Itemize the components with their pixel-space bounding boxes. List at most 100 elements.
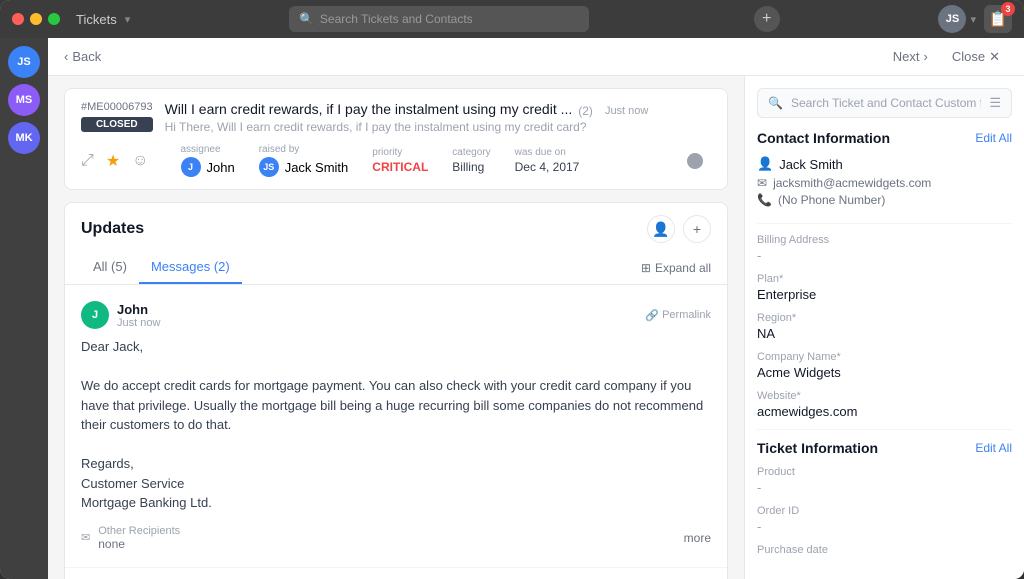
contact-email-value: jacksmith@acmewidgets.com <box>773 176 931 190</box>
divider <box>757 223 1012 224</box>
ticket-time: Just now <box>605 105 648 117</box>
app-window: Tickets ▾ 🔍 + JS ▾ 📋 3 JS MS MK <box>0 0 1024 579</box>
chevron-right-icon: › <box>924 49 928 64</box>
share-icon[interactable]: ⤢ <box>81 152 94 170</box>
back-button[interactable]: ‹ Back <box>64 49 101 64</box>
raised-by-field: raised by JS Jack Smith <box>259 144 349 177</box>
plan-value: Enterprise <box>757 287 1012 302</box>
order-id-label: Order ID <box>757 505 1012 517</box>
ticket-title-block: Will I earn credit rewards, if I pay the… <box>165 101 711 134</box>
tab-all[interactable]: All (5) <box>81 251 139 284</box>
message-header: J John Just now 🔗 Permalink <box>81 301 711 329</box>
assignee-avatar: J <box>181 157 201 177</box>
message-time: Just now <box>117 317 160 329</box>
person-icon: 👤 <box>757 156 773 172</box>
sender-name: John <box>117 302 160 317</box>
search-icon: 🔍 <box>768 96 783 110</box>
updates-icons: 👤 + <box>647 215 711 243</box>
ticket-actions: ⤢ ★ ☺ <box>81 151 149 171</box>
content-area: ‹ Back Next › Close ✕ <box>48 38 1024 579</box>
tab-messages[interactable]: Messages (2) <box>139 251 242 284</box>
order-id-value: - <box>757 519 1012 534</box>
divider <box>757 429 1012 430</box>
expand-all-label: Expand all <box>655 261 711 275</box>
assignee-name: John <box>207 160 235 175</box>
add-update-button[interactable]: + <box>683 215 711 243</box>
topbar: ‹ Back Next › Close ✕ <box>48 38 1024 76</box>
updates-header: Updates 👤 + <box>65 203 727 243</box>
product-value: - <box>757 480 1012 495</box>
mention-button[interactable]: 👤 <box>647 215 675 243</box>
updates-title: Updates <box>81 220 144 238</box>
next-button[interactable]: Next › <box>885 45 936 68</box>
notifications-button[interactable]: 📋 3 <box>984 5 1012 33</box>
region-value: NA <box>757 326 1012 341</box>
panel-search[interactable]: 🔍 ☰ <box>757 88 1012 118</box>
status-indicator <box>687 153 703 169</box>
priority-field: priority CRITICAL <box>372 147 428 174</box>
ticket-id: #ME00006793 <box>81 101 153 113</box>
raised-by-value: JS Jack Smith <box>259 157 349 177</box>
ticket-count: (2) <box>578 104 593 118</box>
region-field: Region* NA <box>757 312 1012 341</box>
updates-section: Updates 👤 + All (5) Messages (2) <box>64 202 728 579</box>
ticket-title: Will I earn credit rewards, if I pay the… <box>165 101 573 117</box>
sidebar: JS MS MK <box>0 38 48 579</box>
minimize-traffic-light[interactable] <box>30 13 42 25</box>
more-button[interactable]: more <box>684 531 711 545</box>
panel-search-input[interactable] <box>791 96 981 110</box>
close-button[interactable]: Close ✕ <box>944 45 1008 69</box>
company-label: Company Name* <box>757 351 1012 363</box>
recipients-label: Other Recipients <box>98 525 180 537</box>
fullscreen-traffic-light[interactable] <box>48 13 60 25</box>
website-value: acmewidges.com <box>757 404 1012 419</box>
raised-by-name: Jack Smith <box>285 160 349 175</box>
sidebar-avatar-ms[interactable]: MS <box>8 84 40 116</box>
contact-edit-all-button[interactable]: Edit All <box>975 131 1012 145</box>
global-search-bar[interactable]: 🔍 <box>289 6 589 32</box>
recipients-value: none <box>98 537 180 551</box>
ticket-status-badge: CLOSED <box>81 117 153 132</box>
message-item: J John Just now 🔗 Permalink <box>65 285 727 568</box>
link-icon: 🔗 <box>645 309 659 322</box>
ticket-info-title: Ticket Information <box>757 440 878 456</box>
product-label: Product <box>757 466 1012 478</box>
close-traffic-light[interactable] <box>12 13 24 25</box>
plan-label: Plan* <box>757 273 1012 285</box>
list-icon[interactable]: ☰ <box>989 95 1001 111</box>
recipients-row: ✉ Other Recipients none more <box>81 525 711 551</box>
app-nav: Tickets ▾ <box>76 12 130 27</box>
user-avatar[interactable]: JS <box>938 5 966 33</box>
permalink-button[interactable]: 🔗 Permalink <box>645 309 711 322</box>
tabs: All (5) Messages (2) <box>81 251 242 284</box>
message-body: Dear Jack, We do accept credit cards for… <box>81 337 711 513</box>
ticket-meta: ⤢ ★ ☺ assignee J John <box>81 144 579 177</box>
close-label: Close <box>952 49 985 64</box>
region-label: Region* <box>757 312 1012 324</box>
website-label: Website* <box>757 390 1012 402</box>
website-field: Website* acmewidges.com <box>757 390 1012 419</box>
expand-icon: ⊞ <box>641 261 651 275</box>
emoji-icon[interactable]: ☺ <box>132 152 148 170</box>
ticket-header-card: #ME00006793 CLOSED Will I earn credit re… <box>64 88 728 190</box>
expand-all-button[interactable]: ⊞ Expand all <box>641 261 711 275</box>
tabs-row: All (5) Messages (2) ⊞ Expand all <box>65 251 727 285</box>
purchase-date-field: Purchase date <box>757 544 1012 556</box>
sidebar-avatar-mk[interactable]: MK <box>8 122 40 154</box>
assignee-value: J John <box>181 157 235 177</box>
contact-name-value: Jack Smith <box>779 157 843 172</box>
next-label: Next <box>893 49 920 64</box>
global-search-input[interactable] <box>320 12 579 26</box>
ticket-edit-all-button[interactable]: Edit All <box>975 441 1012 455</box>
company-field: Company Name* Acme Widgets <box>757 351 1012 380</box>
ticket-preview: Hi There, Will I earn credit rewards, if… <box>165 120 711 134</box>
topbar-right: Next › Close ✕ <box>885 45 1008 69</box>
star-icon[interactable]: ★ <box>106 151 120 171</box>
sidebar-avatar-js[interactable]: JS <box>8 46 40 78</box>
sender-avatar: J <box>81 301 109 329</box>
add-button[interactable]: + <box>754 6 780 32</box>
permalink-label: Permalink <box>662 309 711 321</box>
contact-info-header: Contact Information Edit All <box>757 130 1012 146</box>
sender-meta: John Just now <box>117 302 160 329</box>
billing-address-value: - <box>757 248 1012 263</box>
